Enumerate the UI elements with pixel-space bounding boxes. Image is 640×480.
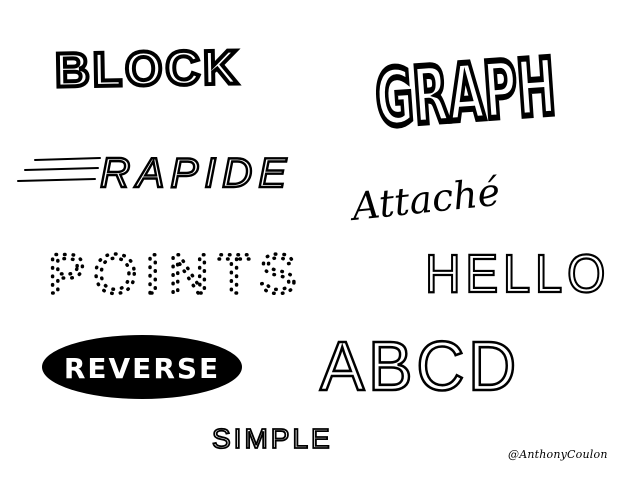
rapide-lettering: RAPIDE [100, 149, 292, 196]
hello-lettering: HELLO [425, 244, 610, 304]
simple-lettering: SIMPLE [212, 423, 333, 454]
artist-signature: @AnthonyCoulon [508, 448, 608, 461]
speed-lines [17, 157, 101, 182]
abcd-lettering: ABCD [320, 327, 520, 405]
graph-lettering: GRAPH [373, 42, 559, 144]
lettering-canvas: BLOCK GRAPH RAPIDE Attaché POINTS HELLO … [17, 39, 610, 455]
points-lettering: POINTS [48, 242, 304, 305]
reverse-lettering: REVERSE [64, 352, 220, 385]
block-lettering: BLOCK [55, 41, 242, 97]
script-lettering: Attaché [347, 170, 502, 230]
